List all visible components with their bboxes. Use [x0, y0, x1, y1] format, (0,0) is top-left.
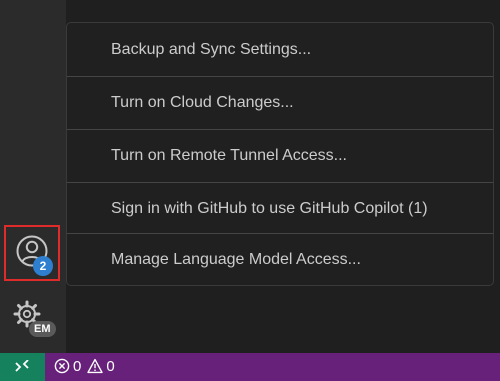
menu-item-cloud-changes[interactable]: Turn on Cloud Changes... — [67, 77, 493, 129]
status-bar: 0 0 — [0, 353, 500, 381]
error-icon — [54, 358, 70, 374]
error-count: 0 — [73, 358, 82, 375]
accounts-badge: 2 — [33, 256, 53, 276]
problems-indicator[interactable]: 0 0 — [54, 353, 121, 381]
menu-item-github-copilot-signin[interactable]: Sign in with GitHub to use GitHub Copilo… — [67, 183, 493, 235]
menu-item-language-model-access[interactable]: Manage Language Model Access... — [67, 234, 493, 286]
manage-button[interactable]: EM — [10, 297, 58, 345]
remote-button[interactable] — [0, 353, 45, 381]
accounts-button[interactable]: 2 — [6, 227, 58, 279]
accounts-highlight: 2 — [4, 225, 60, 281]
remote-icon — [15, 360, 29, 372]
activity-bar: 2 EM — [0, 0, 66, 353]
accounts-menu: Backup and Sync Settings... Turn on Clou… — [66, 22, 494, 286]
menu-item-backup-sync[interactable]: Backup and Sync Settings... — [67, 24, 493, 76]
warning-icon — [87, 358, 104, 374]
warning-count: 0 — [106, 358, 115, 375]
menu-item-remote-tunnel[interactable]: Turn on Remote Tunnel Access... — [67, 130, 493, 182]
manage-badge: EM — [29, 321, 56, 337]
